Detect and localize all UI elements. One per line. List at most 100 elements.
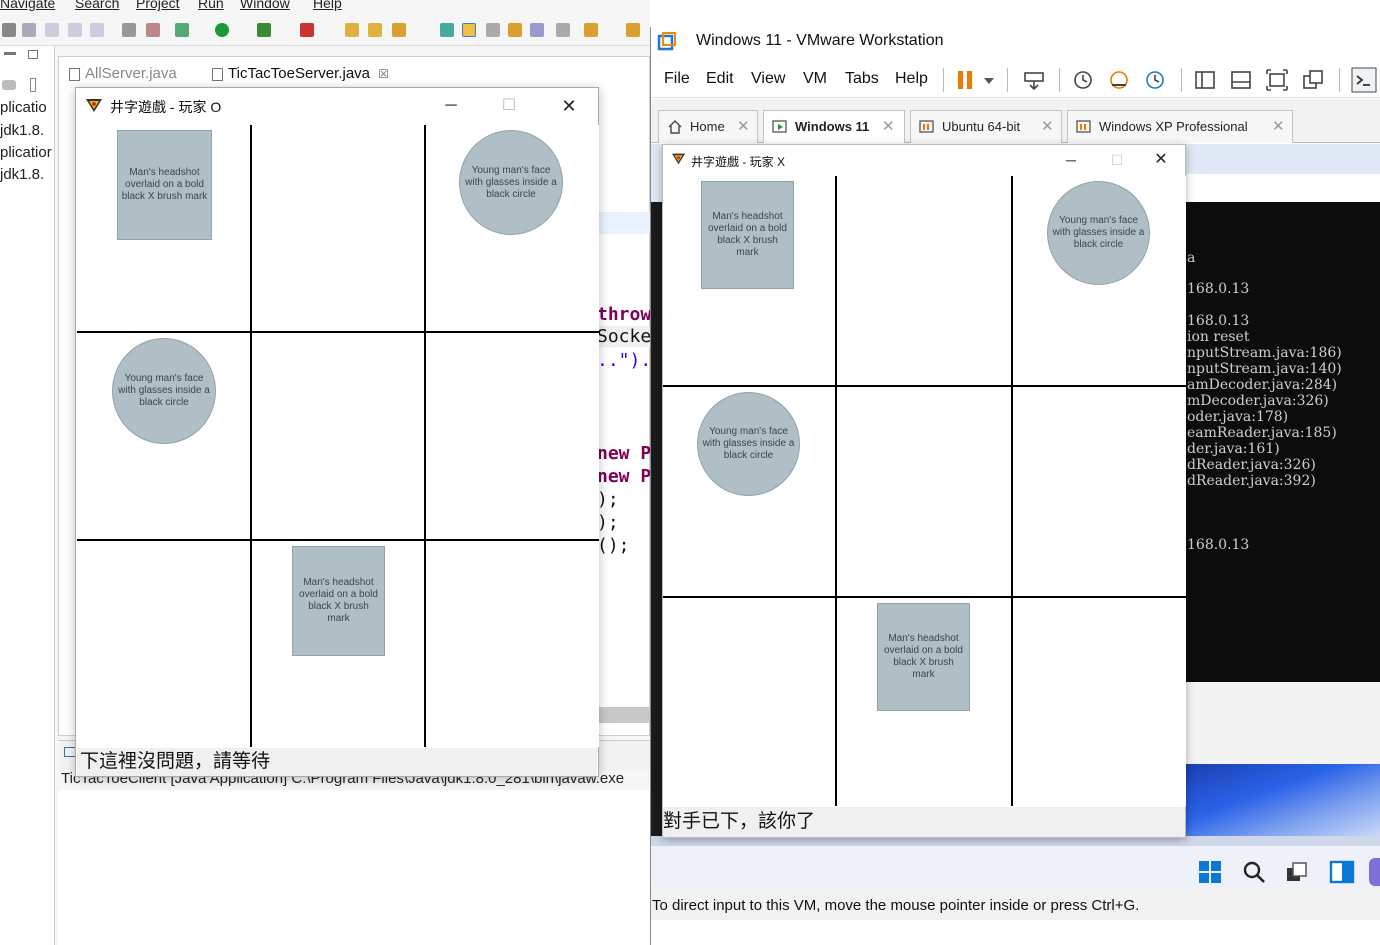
- close-button[interactable]: ✕: [1139, 147, 1183, 173]
- menu-help[interactable]: Help: [313, 0, 342, 11]
- save-icon[interactable]: [2, 23, 16, 37]
- close-icon[interactable]: ✕: [882, 117, 895, 135]
- close-icon[interactable]: ☒: [378, 67, 389, 81]
- tab-windows-xp[interactable]: Windows XP Professional ✕: [1067, 110, 1293, 143]
- revert-snapshot-icon[interactable]: [1108, 69, 1130, 91]
- widgets-icon[interactable]: [1329, 860, 1355, 884]
- send-ctrl-alt-del-icon[interactable]: [1023, 69, 1045, 91]
- horizontal-scrollbar[interactable]: [598, 707, 650, 723]
- tree-item[interactable]: plicatior: [0, 144, 52, 161]
- tool-icon[interactable]: [146, 23, 160, 37]
- close-icon[interactable]: ✕: [1272, 117, 1285, 135]
- windows-start-icon[interactable]: [1198, 860, 1222, 884]
- tab-windows-11[interactable]: Windows 11 ✕: [763, 110, 905, 143]
- menu-help[interactable]: Help: [895, 70, 928, 88]
- menu-project[interactable]: Project: [136, 0, 180, 11]
- board-cell-2-2[interactable]: [426, 541, 599, 747]
- grid-line: [663, 596, 1186, 598]
- tab-tictactoeserver[interactable]: TicTacToeServer.java ☒: [204, 61, 397, 87]
- board-cell-1-1[interactable]: [837, 387, 1011, 596]
- menu-edit[interactable]: Edit: [706, 70, 734, 88]
- minimize-button[interactable]: ─: [1049, 147, 1093, 173]
- board-cell-2-0[interactable]: [663, 598, 835, 806]
- vmware-titlebar[interactable]: Windows 11 - VMware Workstation: [651, 27, 1380, 57]
- menu-tabs[interactable]: Tabs: [845, 70, 879, 88]
- maximize-button[interactable]: ☐: [486, 92, 532, 120]
- menu-search[interactable]: Search: [75, 0, 119, 11]
- tool-icon[interactable]: [22, 23, 36, 37]
- console-line: 168.0.13: [1187, 537, 1250, 553]
- maximize-button[interactable]: ☐: [1095, 147, 1139, 173]
- show-library-icon[interactable]: [1194, 69, 1216, 91]
- tool-icon[interactable]: [440, 23, 454, 37]
- tree-item[interactable]: jdk1.8.: [0, 166, 44, 183]
- board-cell-1-0[interactable]: Young man's face with glasses inside a b…: [77, 333, 250, 539]
- board-cell-1-2[interactable]: [426, 333, 599, 539]
- thumbnail-bar-icon[interactable]: [1230, 69, 1252, 91]
- menu-run[interactable]: Run: [198, 0, 224, 11]
- chevron-down-icon[interactable]: [983, 69, 995, 91]
- close-button[interactable]: ✕: [546, 92, 592, 120]
- snapshot-icon[interactable]: [1072, 69, 1094, 91]
- board-cell-2-2[interactable]: [1013, 598, 1186, 806]
- tool-icon[interactable]: [392, 23, 406, 37]
- full-screen-icon[interactable]: [1266, 69, 1288, 91]
- minimize-icon[interactable]: [4, 52, 16, 55]
- board-cell-0-2[interactable]: Young man's face with glasses inside a b…: [426, 125, 599, 331]
- console-output[interactable]: [58, 790, 650, 945]
- board-cell-2-1[interactable]: Man's headshot overlaid on a bold black …: [837, 598, 1011, 806]
- board-cell-1-1[interactable]: [252, 333, 424, 539]
- console-view-icon[interactable]: [1351, 67, 1377, 93]
- tree-item[interactable]: jdk1.8.: [0, 122, 44, 139]
- open-folder-icon[interactable]: [368, 23, 382, 37]
- snapshot-manager-icon[interactable]: [1144, 69, 1166, 91]
- tool-icon[interactable]: [486, 23, 500, 37]
- board-cell-1-0[interactable]: Young man's face with glasses inside a b…: [663, 387, 835, 596]
- tool-icon[interactable]: [68, 23, 82, 37]
- tab-allserver[interactable]: AllServer.java: [61, 61, 185, 87]
- grid-line: [250, 125, 252, 747]
- external-tools-icon[interactable]: [300, 23, 314, 37]
- tool-icon[interactable]: [90, 23, 104, 37]
- tool-icon[interactable]: [508, 23, 522, 37]
- board-cell-0-0[interactable]: Man's headshot overlaid on a bold black …: [663, 176, 835, 385]
- menu-file[interactable]: File: [664, 70, 690, 88]
- board-cell-0-1[interactable]: [837, 176, 1011, 385]
- task-view-icon[interactable]: [1285, 860, 1309, 884]
- board-cell-0-1[interactable]: [252, 125, 424, 331]
- debug-icon[interactable]: [175, 23, 189, 37]
- board-cell-1-2[interactable]: [1013, 387, 1186, 596]
- board-cell-2-1[interactable]: Man's headshot overlaid on a bold black …: [252, 541, 424, 747]
- coverage-icon[interactable]: [257, 23, 271, 37]
- guest-cmd-console[interactable]: a 168.0.13 168.0.13 ion reset nputStream…: [1185, 202, 1380, 682]
- menu-navigate[interactable]: Navigate: [0, 0, 55, 11]
- minimize-button[interactable]: ─: [428, 92, 474, 120]
- next-annotation-icon[interactable]: [584, 23, 598, 37]
- pilcrow-icon[interactable]: [556, 23, 570, 37]
- board-cell-0-2[interactable]: Young man's face with glasses inside a b…: [1013, 176, 1186, 385]
- tool-icon[interactable]: [122, 23, 136, 37]
- highlight-icon[interactable]: [462, 23, 476, 37]
- menu-view[interactable]: View: [751, 70, 785, 88]
- tree-item[interactable]: plicatio: [0, 99, 47, 116]
- tab-home[interactable]: Home ✕: [658, 110, 758, 143]
- chat-icon[interactable]: [1369, 858, 1380, 886]
- open-folder-icon[interactable]: [345, 23, 359, 37]
- menu-vm[interactable]: VM: [803, 70, 827, 88]
- tool-icon[interactable]: [530, 23, 544, 37]
- close-icon[interactable]: ✕: [737, 117, 750, 135]
- run-icon[interactable]: [215, 23, 229, 37]
- window-titlebar[interactable]: 井字遊戲 - 玩家 X ─ ☐ ✕: [663, 145, 1185, 175]
- pause-icon[interactable]: [955, 69, 977, 91]
- tab-ubuntu[interactable]: Ubuntu 64-bit ✕: [910, 110, 1062, 143]
- prev-annotation-icon[interactable]: [626, 23, 640, 37]
- maximize-icon[interactable]: [28, 50, 38, 59]
- board-cell-0-0[interactable]: Man's headshot overlaid on a bold black …: [77, 125, 250, 331]
- window-titlebar[interactable]: 井字遊戲 - 玩家 O ─ ☐ ✕: [76, 88, 598, 124]
- tool-icon[interactable]: [45, 23, 59, 37]
- search-icon[interactable]: [1242, 860, 1266, 884]
- board-cell-2-0[interactable]: [77, 541, 250, 747]
- unity-icon[interactable]: [1302, 69, 1324, 91]
- close-icon[interactable]: ✕: [1041, 117, 1054, 135]
- menu-window[interactable]: Window: [240, 0, 290, 11]
